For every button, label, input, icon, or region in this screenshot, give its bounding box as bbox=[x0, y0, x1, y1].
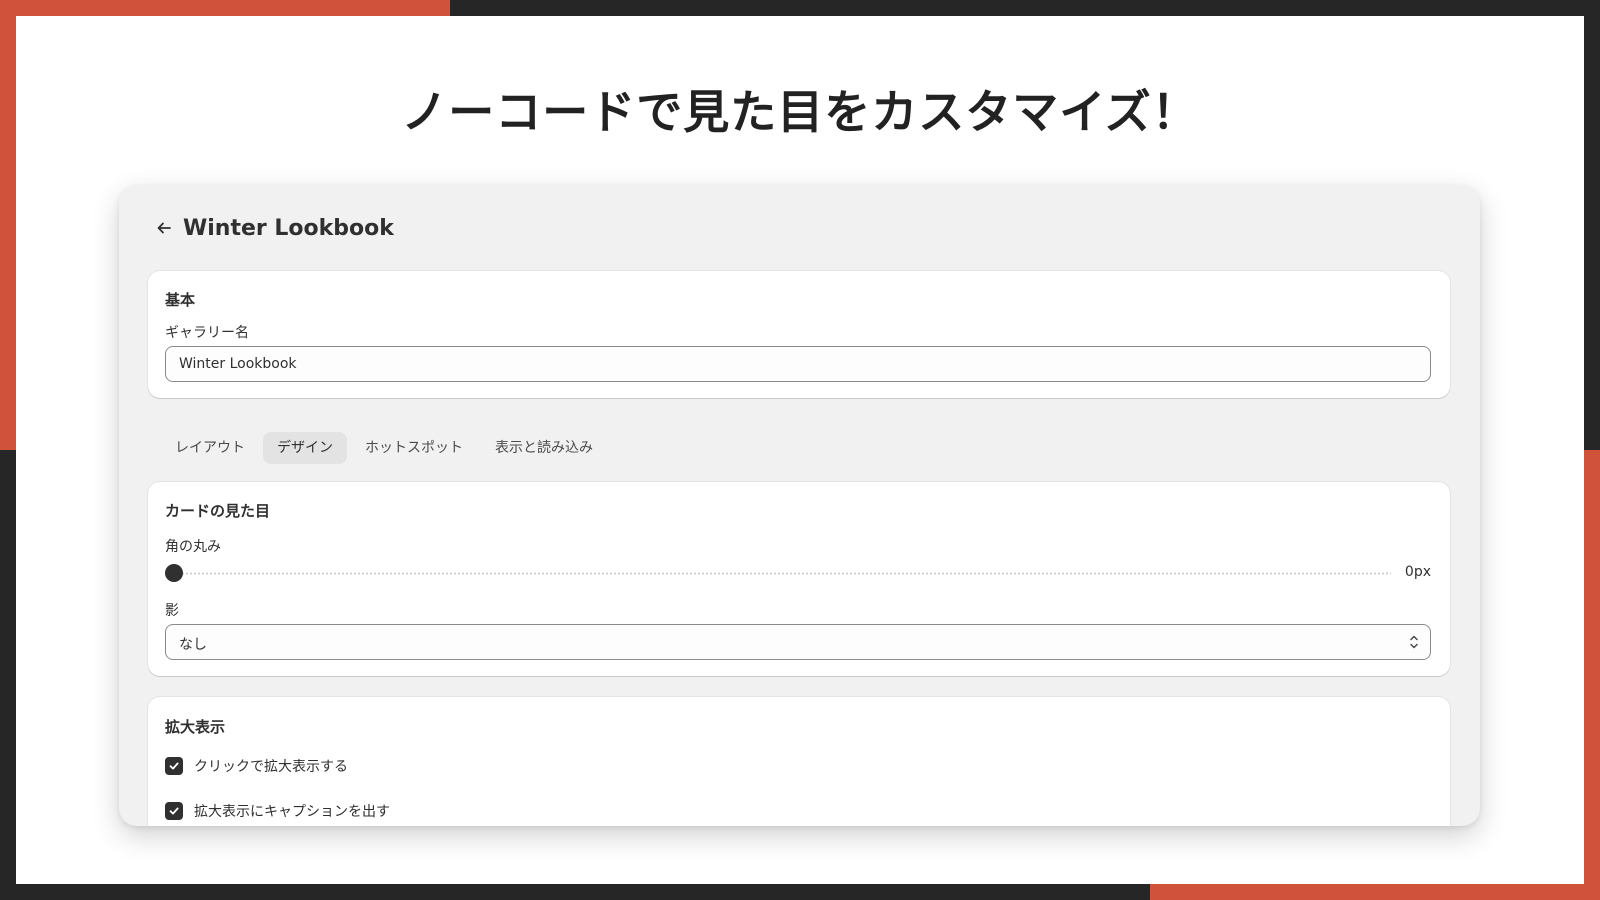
tab-design[interactable]: デザイン bbox=[263, 432, 347, 464]
settings-tabs: レイアウト デザイン ホットスポット 表示と読み込み bbox=[161, 432, 611, 464]
zoom-caption-checkbox[interactable] bbox=[165, 802, 183, 820]
gallery-name-input[interactable] bbox=[165, 346, 1431, 382]
gallery-name-label: ギャラリー名 bbox=[165, 325, 249, 341]
app-window: Winter Lookbook 基本 ギャラリー名 レイアウト デザイン ホット… bbox=[119, 185, 1480, 826]
back-button[interactable] bbox=[151, 215, 177, 241]
click-to-zoom-label: クリックで拡大表示する bbox=[194, 759, 348, 775]
checkmark-icon bbox=[169, 807, 179, 815]
arrow-left-icon bbox=[157, 222, 171, 234]
card-appearance-title: カードの見た目 bbox=[165, 502, 271, 520]
slider-thumb[interactable] bbox=[165, 564, 183, 582]
corner-radius-slider[interactable]: 0px bbox=[165, 561, 1431, 585]
shadow-label: 影 bbox=[165, 603, 179, 619]
checkmark-icon bbox=[169, 762, 179, 770]
chevron-up-down-icon bbox=[1410, 635, 1418, 649]
basic-card: 基本 ギャラリー名 bbox=[148, 271, 1450, 398]
card-appearance-card: カードの見た目 角の丸み 0px 影 なし bbox=[148, 482, 1450, 676]
zoom-card: 拡大表示 クリックで拡大表示する 拡大表示にキャプションを出す bbox=[148, 697, 1450, 826]
page-header: Winter Lookbook bbox=[151, 211, 394, 245]
zoom-caption-label: 拡大表示にキャプションを出す bbox=[194, 804, 390, 820]
shadow-select-value: なし bbox=[179, 637, 207, 653]
slider-track[interactable] bbox=[165, 572, 1391, 575]
click-to-zoom-option[interactable]: クリックで拡大表示する bbox=[165, 756, 348, 776]
slide-frame: ノーコードで見た目をカスタマイズ！ Winter Lookbook 基本 ギャラ… bbox=[16, 16, 1584, 884]
click-to-zoom-checkbox[interactable] bbox=[165, 757, 183, 775]
shadow-select[interactable]: なし bbox=[165, 624, 1431, 660]
tab-layout[interactable]: レイアウト bbox=[161, 432, 259, 464]
tab-hotspot[interactable]: ホットスポット bbox=[351, 432, 477, 464]
basic-card-title: 基本 bbox=[165, 291, 196, 309]
corner-radius-value: 0px bbox=[1404, 564, 1431, 580]
corner-radius-label: 角の丸み bbox=[165, 539, 221, 555]
page-title: Winter Lookbook bbox=[183, 215, 394, 241]
tab-display-loading[interactable]: 表示と読み込み bbox=[481, 432, 607, 464]
slide-headline: ノーコードで見た目をカスタマイズ！ bbox=[401, 85, 1199, 139]
zoom-caption-option[interactable]: 拡大表示にキャプションを出す bbox=[165, 801, 390, 821]
zoom-card-title: 拡大表示 bbox=[165, 718, 226, 736]
